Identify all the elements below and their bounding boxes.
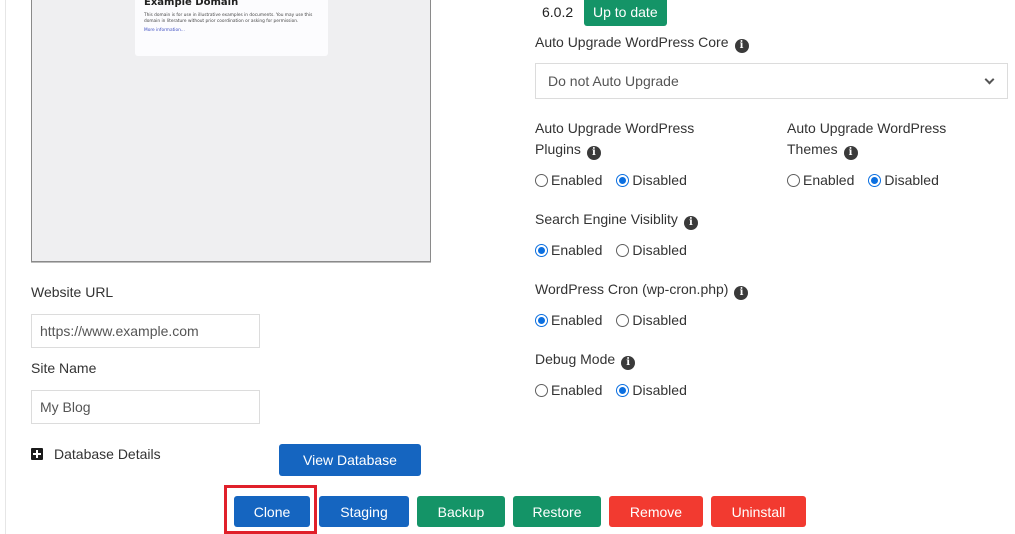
- info-icon[interactable]: i: [734, 286, 749, 300]
- wordpress-version: 6.0.2: [542, 4, 574, 20]
- preview-text: This domain is for use in illustrative e…: [144, 13, 313, 24]
- themes-disabled-label: Disabled: [884, 172, 939, 188]
- search-engine-enabled-radio[interactable]: [535, 243, 548, 257]
- plus-square-icon: [31, 448, 43, 460]
- panel-border: [5, 0, 6, 534]
- info-icon[interactable]: i: [843, 146, 858, 160]
- cron-enabled-radio[interactable]: [535, 313, 548, 327]
- plugins-enabled-option[interactable]: Enabled: [535, 172, 602, 188]
- plugins-enabled-label: Enabled: [551, 172, 603, 188]
- view-database-button[interactable]: View Database: [279, 444, 421, 476]
- debug-enabled-label: Enabled: [551, 382, 603, 398]
- info-icon[interactable]: i: [683, 216, 698, 230]
- preview-card: Example Domain This domain is for use in…: [135, 0, 328, 56]
- themes-enabled-option[interactable]: Enabled: [787, 172, 854, 188]
- staging-button[interactable]: Staging: [319, 496, 409, 527]
- database-details-label: Database Details: [54, 446, 161, 462]
- auto-upgrade-core-label: Auto Upgrade WordPress Core i: [535, 32, 749, 53]
- search-engine-enabled-label: Enabled: [551, 242, 603, 258]
- website-url-input[interactable]: [31, 314, 260, 348]
- status-badge: Up to date: [584, 0, 667, 26]
- preview-title: Example Domain: [144, 0, 239, 8]
- restore-button[interactable]: Restore: [513, 496, 601, 527]
- wordpress-site-details: Example Domain This domain is for use in…: [0, 0, 1015, 534]
- plugins-disabled-label: Disabled: [632, 172, 687, 188]
- wp-cron-radio-group: Enabled Disabled: [535, 312, 701, 328]
- site-name-input[interactable]: [31, 390, 260, 424]
- search-engine-disabled-radio[interactable]: [616, 243, 630, 257]
- themes-disabled-radio[interactable]: [868, 173, 882, 187]
- auto-upgrade-plugins-label: Auto Upgrade WordPress Plugins i: [535, 118, 735, 160]
- auto-upgrade-themes-label: Auto Upgrade WordPress Themes i: [787, 118, 987, 160]
- themes-enabled-radio[interactable]: [787, 173, 800, 187]
- cron-disabled-option[interactable]: Disabled: [616, 312, 687, 328]
- wp-cron-text: WordPress Cron (wp-cron.php): [535, 281, 729, 297]
- debug-disabled-label: Disabled: [632, 382, 687, 398]
- plugins-disabled-option[interactable]: Disabled: [616, 172, 687, 188]
- auto-upgrade-plugins-radio-group: Enabled Disabled: [535, 172, 701, 188]
- chevron-down-icon: [984, 74, 995, 84]
- auto-upgrade-themes-radio-group: Enabled Disabled: [787, 172, 953, 188]
- site-name-label: Site Name: [31, 360, 97, 376]
- search-engine-visibility-label: Search Engine Visiblity i: [535, 209, 698, 230]
- debug-mode-label: Debug Mode i: [535, 349, 636, 370]
- search-engine-visibility-text: Search Engine Visiblity: [535, 211, 678, 227]
- cron-disabled-label: Disabled: [632, 312, 687, 328]
- uninstall-button[interactable]: Uninstall: [711, 496, 806, 527]
- search-engine-radio-group: Enabled Disabled: [535, 242, 701, 258]
- themes-enabled-label: Enabled: [803, 172, 855, 188]
- info-icon[interactable]: i: [621, 356, 636, 370]
- preview-link: More information...: [144, 28, 185, 33]
- database-details-toggle[interactable]: Database Details: [31, 446, 161, 462]
- cron-enabled-label: Enabled: [551, 312, 603, 328]
- debug-enabled-option[interactable]: Enabled: [535, 382, 602, 398]
- search-engine-enabled-option[interactable]: Enabled: [535, 242, 602, 258]
- auto-upgrade-themes-text: Auto Upgrade WordPress Themes: [787, 120, 947, 157]
- remove-button[interactable]: Remove: [609, 496, 703, 527]
- backup-button[interactable]: Backup: [417, 496, 505, 527]
- debug-disabled-option[interactable]: Disabled: [616, 382, 687, 398]
- auto-upgrade-core-text: Auto Upgrade WordPress Core: [535, 34, 729, 50]
- auto-upgrade-plugins-text: Auto Upgrade WordPress Plugins: [535, 120, 695, 157]
- wp-cron-label: WordPress Cron (wp-cron.php) i: [535, 279, 749, 300]
- debug-mode-text: Debug Mode: [535, 351, 616, 367]
- debug-mode-radio-group: Enabled Disabled: [535, 382, 701, 398]
- plugins-disabled-radio[interactable]: [616, 173, 630, 187]
- auto-upgrade-core-value: Do not Auto Upgrade: [548, 73, 679, 89]
- plugins-enabled-radio[interactable]: [535, 173, 548, 187]
- cron-disabled-radio[interactable]: [616, 313, 630, 327]
- debug-enabled-radio[interactable]: [535, 383, 548, 397]
- auto-upgrade-core-select[interactable]: Do not Auto Upgrade: [535, 63, 1008, 99]
- info-icon[interactable]: i: [586, 146, 601, 160]
- website-url-label: Website URL: [31, 284, 114, 300]
- search-engine-disabled-option[interactable]: Disabled: [616, 242, 687, 258]
- cron-enabled-option[interactable]: Enabled: [535, 312, 602, 328]
- search-engine-disabled-label: Disabled: [632, 242, 687, 258]
- debug-disabled-radio[interactable]: [616, 383, 630, 397]
- info-icon[interactable]: i: [734, 39, 749, 53]
- themes-disabled-option[interactable]: Disabled: [868, 172, 939, 188]
- clone-highlight-annotation: [224, 485, 317, 534]
- site-screenshot-preview: Example Domain This domain is for use in…: [31, 0, 431, 262]
